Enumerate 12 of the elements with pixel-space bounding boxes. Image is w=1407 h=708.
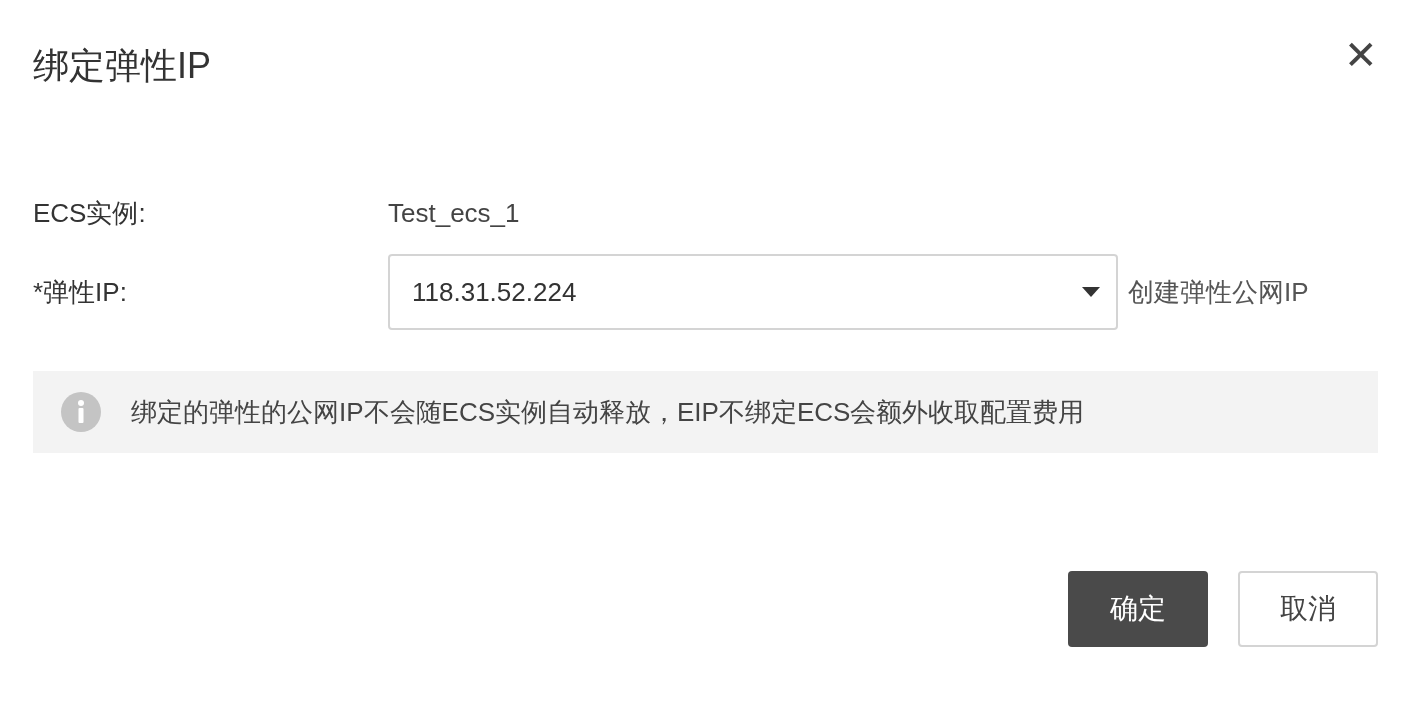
notice-text: 绑定的弹性的公网IP不会随ECS实例自动释放，EIP不绑定ECS会额外收取配置费用 [131, 395, 1085, 429]
field-value: Test_ecs_1 [388, 197, 520, 229]
ip-dropdown[interactable]: 118.31.52.224 [388, 254, 1118, 330]
field-label: ECS实例: [33, 196, 147, 230]
create-ip-link[interactable]: 创建弹性公网IP [1128, 274, 1309, 310]
field-label: *弹性IP: [33, 275, 128, 309]
info-icon [61, 392, 101, 432]
close-button[interactable]: ✕ [1344, 35, 1378, 75]
confirm-button[interactable]: 确定 [1068, 571, 1208, 647]
dialog-title: 绑定弹性IP [33, 43, 211, 88]
caret-icon [1082, 287, 1100, 297]
cancel-button[interactable]: 取消 [1238, 571, 1378, 647]
